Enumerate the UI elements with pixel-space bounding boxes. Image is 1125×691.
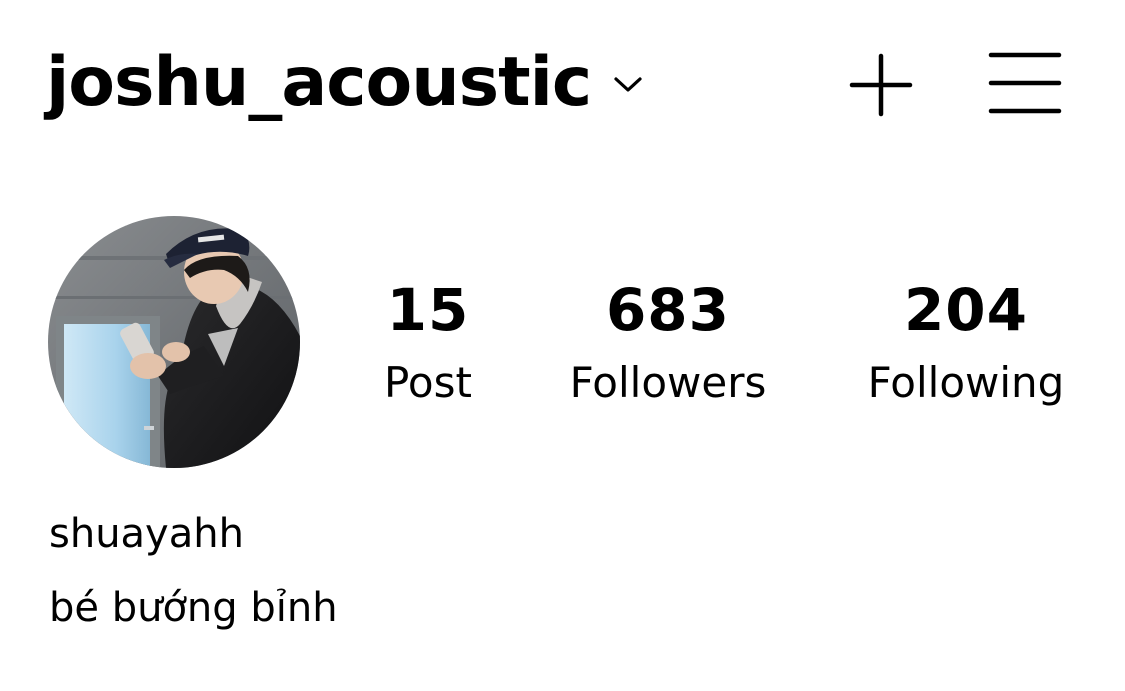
chevron-down-icon xyxy=(614,77,642,92)
following-label: Following xyxy=(867,358,1065,407)
posts-count: 15 xyxy=(386,276,470,344)
profile-header: joshu_acoustic xyxy=(0,0,1125,160)
display-name: shuayahh xyxy=(49,511,244,557)
avatar[interactable] xyxy=(48,216,300,468)
account-switcher[interactable]: joshu_acoustic xyxy=(46,40,643,126)
posts-label: Post xyxy=(384,358,472,407)
following-count: 204 xyxy=(903,276,1029,344)
bio-text: bé bướng bỉnh xyxy=(49,585,338,631)
stat-posts[interactable]: 15 Post xyxy=(358,276,498,410)
profile-photo xyxy=(48,216,300,468)
plus-icon xyxy=(849,53,913,117)
create-button[interactable] xyxy=(848,52,914,118)
username: joshu_acoustic xyxy=(46,43,592,122)
stat-followers[interactable]: 683 Followers xyxy=(548,276,788,410)
hamburger-menu-icon xyxy=(988,52,1062,114)
menu-button[interactable] xyxy=(988,50,1062,118)
stat-following[interactable]: 204 Following xyxy=(848,276,1084,410)
followers-count: 683 xyxy=(605,276,731,344)
followers-label: Followers xyxy=(569,358,767,407)
